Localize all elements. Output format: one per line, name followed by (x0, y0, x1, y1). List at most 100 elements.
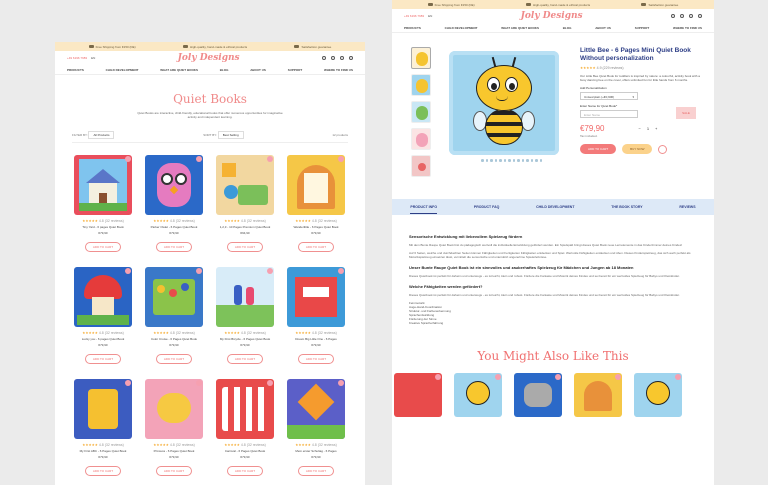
product-image[interactable] (287, 379, 345, 439)
add-to-cart-button[interactable]: ADD TO CART (226, 466, 264, 476)
product-name[interactable]: My First ABC - 6 Pages Quiet Book (74, 449, 132, 453)
nav-about-us[interactable]: ABOUT US (595, 26, 611, 30)
nav-support[interactable]: SUPPORT (288, 68, 303, 72)
search-icon[interactable] (671, 14, 675, 18)
add-to-cart-button[interactable]: ADD TO CART (297, 242, 335, 252)
product-image[interactable] (74, 379, 132, 439)
nav-products[interactable]: PRODUCTS (67, 68, 84, 72)
product-name[interactable]: Parker Owlet - 6 Pages Quiet Book (145, 225, 203, 229)
plus-button[interactable]: + (655, 126, 657, 131)
product-image[interactable] (216, 267, 274, 327)
nav-child-development[interactable]: CHILD DEVELOPMENT (106, 68, 139, 72)
product-image[interactable] (216, 379, 274, 439)
heart-icon[interactable] (196, 156, 202, 162)
product-name[interactable]: Princess - 6 Pages Quiet Book (145, 449, 203, 453)
product-name[interactable]: Tiny Yard - 6 pages Quiet Book (74, 225, 132, 229)
logo[interactable]: Joly Designs (178, 53, 240, 63)
wishlist-heart-icon[interactable] (658, 144, 668, 154)
add-to-cart-button[interactable]: ADD TO CART (84, 466, 122, 476)
logo[interactable]: Joly Designs (521, 11, 583, 21)
tab-product-info[interactable]: PRODUCT INFO (410, 201, 438, 214)
product-name[interactable]: Dream Big Little One - 6 Pages (287, 337, 345, 341)
product-main-image[interactable] (441, 47, 569, 165)
heart-icon[interactable] (435, 374, 441, 380)
add-to-cart-button[interactable]: ADD TO CART (226, 354, 264, 364)
quantity-stepper[interactable]: − 1 + (638, 126, 657, 131)
tab-book-story[interactable]: THE BOOK STORY (611, 201, 642, 213)
related-product-card[interactable] (514, 373, 562, 417)
product-name[interactable]: Mein erster Schultag - 6 Pages (287, 449, 345, 453)
video-thumbnail[interactable] (411, 155, 431, 177)
wishlist-icon[interactable] (689, 14, 693, 18)
nav-where-to-find-us[interactable]: WHERE TO FIND US (673, 26, 702, 30)
thumbnail[interactable] (411, 74, 431, 96)
heart-icon[interactable] (338, 268, 344, 274)
rating[interactable]: ★★★★★ 4.9 (229 reviews) (580, 66, 702, 70)
heart-icon[interactable] (125, 268, 131, 274)
product-card[interactable]: ★★★★★ 4.8 (32 reviews) Carnival - 6 Pages… (216, 379, 274, 482)
nav-what-are-quiet-books[interactable]: WHAT ARE QUIET BOOKS (160, 68, 198, 72)
product-name[interactable]: Lucky you - 6 pages Quiet Book (74, 337, 132, 341)
nav-child-development[interactable]: CHILD DEVELOPMENT (445, 26, 478, 30)
sort-select[interactable]: Best Selling (217, 131, 244, 139)
search-icon[interactable] (322, 56, 326, 60)
product-card[interactable]: ★★★★★ 4.8 (32 reviews) Lucky you - 6 page… (74, 267, 132, 370)
add-to-cart-button[interactable]: ADD TO CART (155, 354, 193, 364)
product-name[interactable]: Wanderlittle - 6 Pages Quiet Book (287, 225, 345, 229)
add-to-cart-button[interactable]: ADD TO CART (155, 466, 193, 476)
product-image[interactable] (145, 267, 203, 327)
account-icon[interactable] (680, 14, 684, 18)
nav-blog[interactable]: BLOG (563, 26, 572, 30)
add-to-cart-button[interactable]: ADD TO CART (580, 144, 617, 154)
related-product-card[interactable] (634, 373, 682, 417)
add-to-cart-button[interactable]: ADD TO CART (297, 354, 335, 364)
related-product-card[interactable] (574, 373, 622, 417)
minus-button[interactable]: − (638, 126, 640, 131)
product-name[interactable]: 1,2,3 - 10 Pages Premium Quiet Book (216, 225, 274, 229)
heart-icon[interactable] (125, 156, 131, 162)
product-image[interactable] (145, 155, 203, 215)
heart-icon[interactable] (338, 380, 344, 386)
heart-icon[interactable] (196, 380, 202, 386)
nav-products[interactable]: PRODUCTS (404, 26, 421, 30)
wishlist-icon[interactable] (340, 56, 344, 60)
tab-child-development[interactable]: CHILD DEVELOPMENT (536, 201, 574, 213)
name-input[interactable]: Enter Name (580, 110, 638, 118)
thumbnail[interactable] (411, 47, 431, 69)
add-to-cart-button[interactable]: ADD TO CART (226, 242, 264, 252)
add-to-cart-button[interactable]: ADD TO CART (84, 354, 122, 364)
product-card[interactable]: ★★★★★ 4.8 (32 reviews) Mein erster Schult… (287, 379, 345, 482)
product-card[interactable]: ★★★★★ 4.8 (32 reviews) Color Cruise - 6 P… (145, 267, 203, 370)
product-card[interactable]: ★★★★★ 4.8 (32 reviews) 1,2,3 - 10 Pages P… (216, 155, 274, 258)
add-to-cart-button[interactable]: ADD TO CART (155, 242, 193, 252)
heart-icon[interactable] (125, 380, 131, 386)
phone-link[interactable]: +49 6196 7683 (404, 14, 424, 18)
product-image[interactable] (287, 155, 345, 215)
heart-icon[interactable] (267, 380, 273, 386)
heart-icon[interactable] (675, 374, 681, 380)
phone-link[interactable]: +49 6196 7683 (67, 56, 87, 60)
product-card[interactable]: ★★★★★ 4.8 (32 reviews) My First ABC - 6 P… (74, 379, 132, 482)
related-product-card[interactable] (394, 373, 442, 417)
cart-icon[interactable] (698, 14, 702, 18)
product-image[interactable] (145, 379, 203, 439)
nav-what-are-quiet-books[interactable]: WHAT ARE QUIET BOOKS (501, 26, 539, 30)
tab-reviews[interactable]: REVIEWS (679, 201, 695, 213)
filter-select[interactable]: All Products (88, 131, 115, 139)
nav-blog[interactable]: BLOG (220, 68, 229, 72)
personalization-select[interactable]: Unisex/plain (+€0,90€) ▾ (580, 92, 638, 100)
language-select[interactable]: EN (91, 56, 95, 60)
image-pagination[interactable] (481, 159, 542, 162)
product-name[interactable]: My First Bicycle - 6 Pages Quiet Book (216, 337, 274, 341)
heart-icon[interactable] (267, 156, 273, 162)
add-to-cart-button[interactable]: ADD TO CART (84, 242, 122, 252)
product-name[interactable]: Color Cruise - 6 Pages Quiet Book (145, 337, 203, 341)
tab-product-faq[interactable]: PRODUCT FAQ (474, 201, 499, 213)
thumbnail[interactable] (411, 101, 431, 123)
product-image[interactable] (74, 155, 132, 215)
product-image[interactable] (287, 267, 345, 327)
language-select[interactable]: EN (428, 14, 432, 18)
related-product-card[interactable] (454, 373, 502, 417)
heart-icon[interactable] (267, 268, 273, 274)
heart-icon[interactable] (196, 268, 202, 274)
